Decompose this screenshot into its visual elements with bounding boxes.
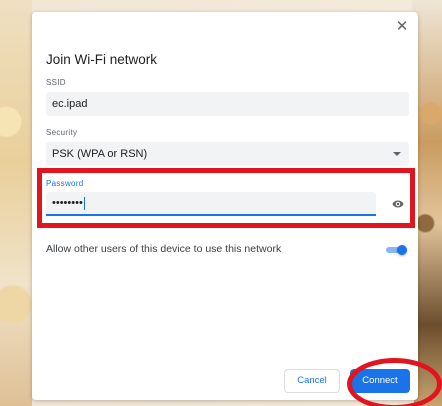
ssid-label: SSID (46, 78, 66, 87)
password-highlight-box (37, 168, 415, 228)
ssid-field[interactable]: ec.ipad (46, 92, 409, 116)
connect-highlight-circle (347, 358, 442, 406)
security-select-value: PSK (WPA or RSN) (52, 148, 148, 160)
toggle-knob (397, 245, 407, 255)
background-left (0, 0, 32, 406)
background-right (414, 0, 442, 406)
allow-other-users-toggle[interactable] (386, 245, 408, 255)
close-icon[interactable]: ✕ (394, 19, 410, 35)
chevron-down-icon (393, 152, 401, 156)
join-wifi-dialog: ✕ Join Wi-Fi network SSID ec.ipad Securi… (32, 12, 418, 400)
cancel-button[interactable]: Cancel (284, 369, 340, 393)
security-select[interactable]: PSK (WPA or RSN) (46, 142, 409, 166)
dialog-title: Join Wi-Fi network (46, 52, 158, 67)
security-label: Security (46, 128, 78, 137)
allow-other-users-label: Allow other users of this device to use … (46, 243, 282, 255)
